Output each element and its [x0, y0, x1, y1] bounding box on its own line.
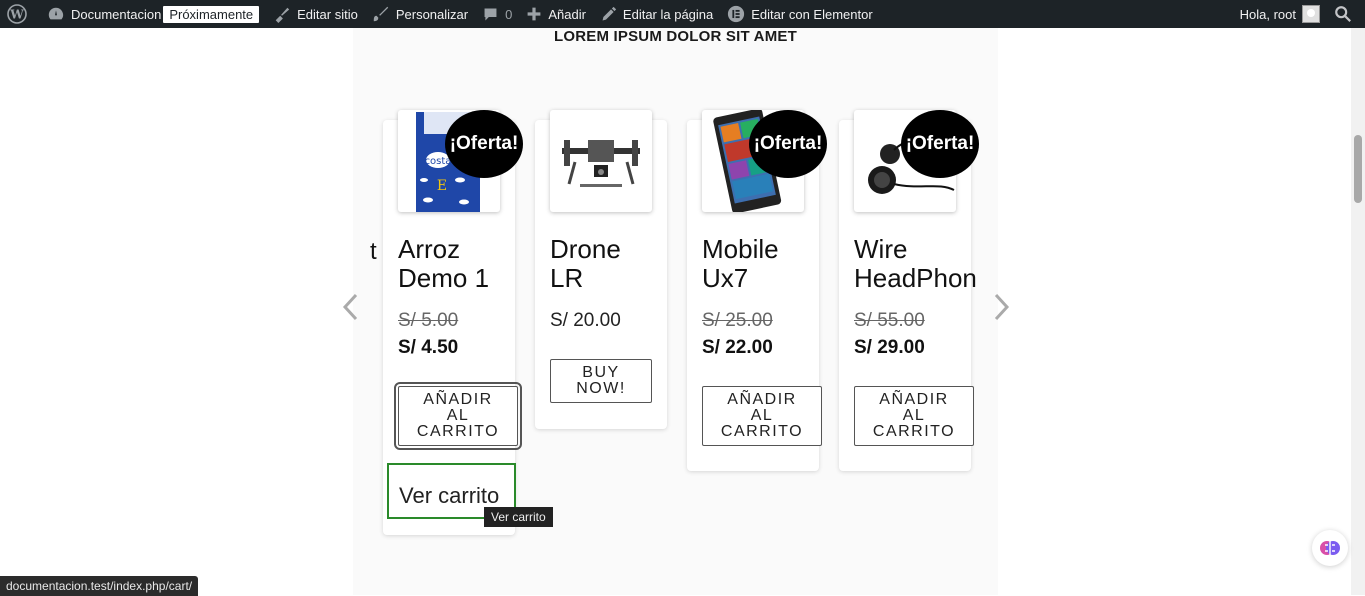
- add-new-menu[interactable]: Añadir: [519, 0, 593, 28]
- button-line: AL: [750, 407, 774, 424]
- search-icon[interactable]: [1327, 0, 1365, 28]
- comments-link[interactable]: 0: [475, 0, 519, 28]
- edit-page-label: Editar la página: [622, 6, 714, 22]
- section-title: LOREM IPSUM DOLOR SIT AMET: [554, 28, 797, 45]
- customize-link[interactable]: Personalizar: [365, 0, 475, 28]
- product-name-line2: LR: [550, 263, 584, 293]
- button-line: AL: [446, 407, 470, 424]
- elementor-link[interactable]: Editar con Elementor: [720, 0, 879, 28]
- status-bar-url: documentacion.test/index.php/cart/: [0, 576, 199, 596]
- product-name-line2: Demo 1: [398, 263, 490, 293]
- old-price: S/ 55.00: [854, 310, 925, 331]
- product-name-line2: Ux7: [702, 263, 749, 293]
- pencil-icon: [602, 6, 617, 20]
- old-price: S/ 25.00: [702, 310, 773, 331]
- button-line: BUY: [582, 364, 620, 381]
- product-name-line1: Mobile: [702, 235, 779, 264]
- add-new-label: Añadir: [548, 6, 586, 22]
- add-to-cart-button[interactable]: AÑADIR AL CARRITO: [854, 386, 974, 446]
- dashboard-icon: [48, 7, 64, 20]
- plus-icon: [527, 7, 541, 21]
- button-line: CARRITO: [872, 423, 956, 440]
- button-line: AÑADIR: [423, 391, 493, 408]
- account-menu[interactable]: Hola, root: [1233, 0, 1327, 28]
- brain-icon: [1320, 541, 1340, 555]
- button-line: AÑADIR: [879, 391, 949, 408]
- site-name-menu[interactable]: Documentacion Próximamente: [40, 0, 266, 28]
- scrollbar-thumb[interactable]: [1354, 135, 1362, 203]
- admin-bar: W Documentacion Próximamente Editar siti…: [0, 0, 1365, 28]
- product-image-drone[interactable]: [550, 110, 652, 212]
- carousel-prev-arrow-icon[interactable]: [340, 292, 362, 327]
- sale-badge: ¡Oferta!: [901, 110, 979, 178]
- comment-icon: [484, 8, 497, 20]
- product-name-line1: Wire: [854, 235, 908, 264]
- edit-page-link[interactable]: Editar la página: [593, 0, 720, 28]
- button-line: NOW!: [576, 380, 626, 397]
- product-name-line1: Arroz: [398, 235, 461, 264]
- add-to-cart-button[interactable]: AÑADIR AL CARRITO: [394, 382, 522, 450]
- comments-count: 0: [505, 6, 513, 22]
- sale-badge: ¡Oferta!: [749, 110, 827, 178]
- svg-text:W: W: [9, 8, 24, 22]
- edit-site-label: Editar sitio: [297, 6, 358, 22]
- button-line: CARRITO: [416, 423, 500, 440]
- scrollbar-track[interactable]: [1351, 28, 1365, 595]
- product-name[interactable]: Mobile Ux7: [702, 235, 779, 293]
- price: S/ 20.00: [550, 310, 621, 331]
- add-to-cart-button[interactable]: AÑADIR AL CARRITO: [702, 386, 822, 446]
- sale-price: S/ 22.00: [702, 337, 773, 358]
- sale-badge: ¡Oferta!: [445, 110, 523, 178]
- sale-price: S/ 29.00: [854, 337, 925, 358]
- product-name[interactable]: Wire HeadPhon: [854, 235, 978, 293]
- button-line: AÑADIR: [727, 391, 797, 408]
- ai-assistant-button[interactable]: [1312, 530, 1348, 566]
- customize-label: Personalizar: [395, 6, 469, 22]
- old-price: S/ 5.00: [398, 310, 459, 331]
- elementor-icon: [728, 5, 745, 23]
- product-name[interactable]: Drone LR: [550, 235, 621, 293]
- avatar: [1302, 5, 1320, 23]
- carousel-next-arrow-icon[interactable]: [990, 292, 1012, 327]
- buy-now-button[interactable]: BUY NOW!: [550, 359, 652, 403]
- button-line: CARRITO: [720, 423, 804, 440]
- coming-soon-badge: Próximamente: [163, 5, 260, 23]
- partial-product-name: t: [370, 238, 377, 265]
- paintbrush-icon: [373, 6, 389, 22]
- wordpress-logo-icon[interactable]: W: [0, 0, 40, 28]
- svg-text:E: E: [437, 178, 447, 194]
- edit-site-link[interactable]: Editar sitio: [266, 0, 365, 28]
- product-name-line2: HeadPhon: [854, 263, 977, 293]
- button-line: AL: [902, 407, 926, 424]
- product-name-line1: Drone: [550, 235, 621, 264]
- elementor-label: Editar con Elementor: [751, 6, 873, 22]
- site-name: Documentacion: [71, 6, 162, 22]
- brush-icon: [275, 7, 290, 23]
- sale-price: S/ 4.50: [398, 337, 459, 358]
- tooltip: Ver carrito: [484, 507, 553, 527]
- product-name[interactable]: Arroz Demo 1: [398, 235, 489, 293]
- greeting-label: Hola, root: [1239, 6, 1296, 22]
